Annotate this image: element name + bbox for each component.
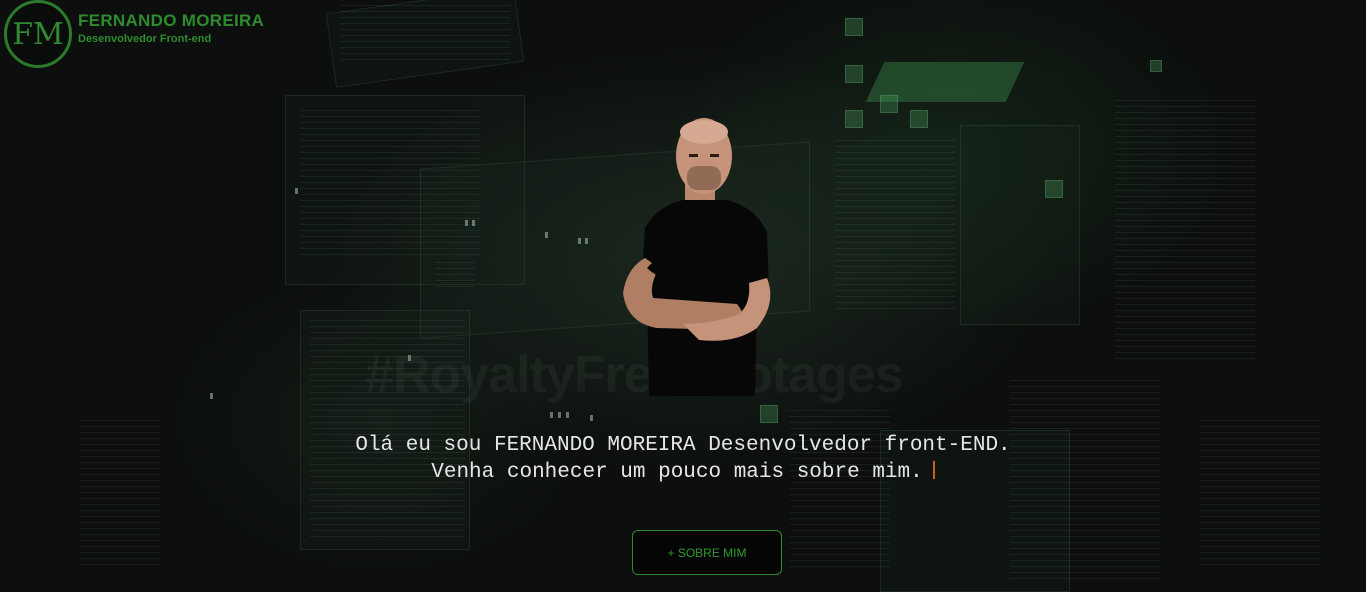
intro-text: Olá eu sou FERNANDO MOREIRA Desenvolvedo… — [355, 434, 1011, 484]
hero-section: #RoyaltyFreeFootages FM FERNANDO MOREIRA… — [0, 0, 1366, 592]
brand-name: FERNANDO MOREIRA — [78, 11, 265, 30]
logo-badge: FM — [4, 0, 72, 68]
about-me-button[interactable]: + SOBRE MIM — [632, 530, 782, 575]
typing-cursor-icon — [932, 461, 935, 479]
brand-text: FERNANDO MOREIRA Desenvolvedor Front-end — [78, 11, 264, 45]
brand-role: Desenvolvedor Front-end — [78, 33, 212, 45]
intro-text-block: Olá eu sou FERNANDO MOREIRA Desenvolvedo… — [325, 432, 1041, 486]
brand-logo[interactable]: FM FERNANDO MOREIRA Desenvolvedor Front-… — [4, 0, 264, 68]
profile-photo — [617, 118, 775, 396]
